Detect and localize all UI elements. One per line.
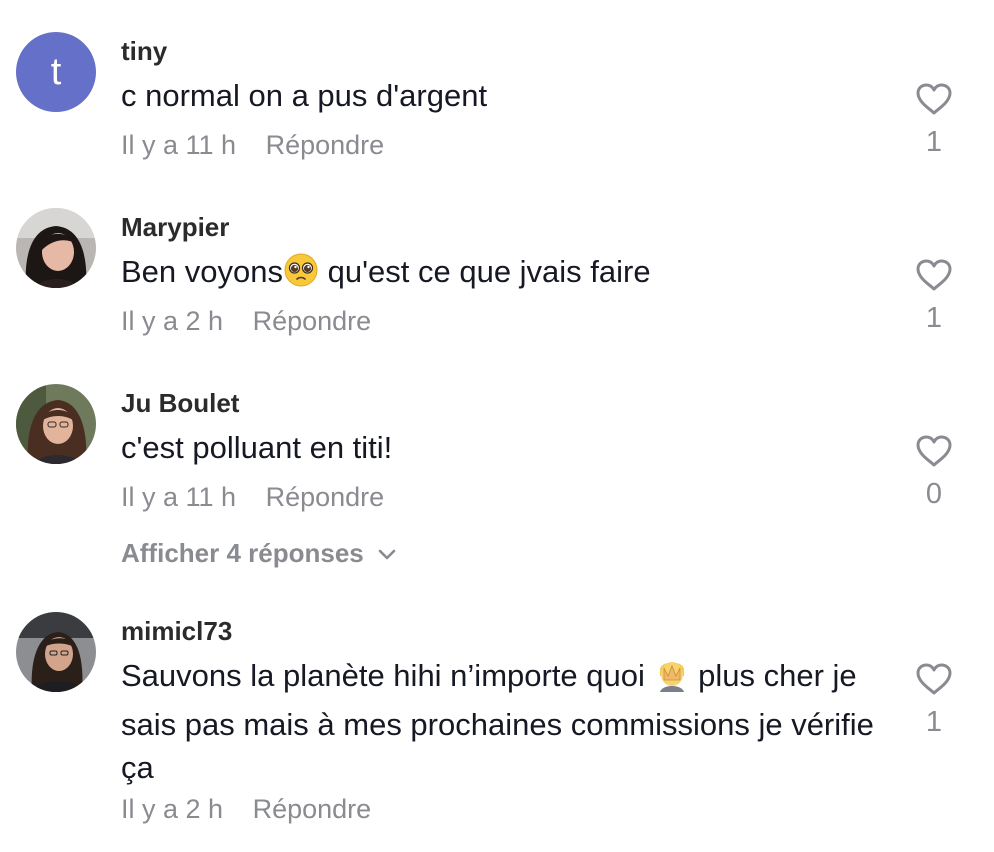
comment-username[interactable]: tiny (121, 36, 167, 67)
heart-outline-icon (916, 83, 952, 115)
comment-timestamp: Il y a 11 h (121, 482, 237, 512)
comment-meta: Il y a 2 h Répondre (121, 794, 371, 825)
facepalm-icon (654, 654, 690, 703)
comment-username[interactable]: Ju Boulet (121, 388, 239, 419)
comment-text: Sauvons la planète hihi n’importe quoi p… (121, 654, 901, 789)
avatar[interactable] (16, 612, 96, 692)
comment-text: c normal on a pus d'argent (121, 78, 488, 113)
comment-text-part: qu'est ce que jvais faire (319, 254, 651, 289)
like-button[interactable]: 1 (910, 258, 958, 335)
comment-text-part: Ben voyons (121, 254, 283, 289)
comment-meta: Il y a 11 h Répondre (121, 130, 384, 161)
comment-username[interactable]: Marypier (121, 212, 229, 243)
like-count: 1 (925, 126, 943, 158)
comment-meta: Il y a 2 h Répondre (121, 306, 371, 337)
like-count: 0 (925, 478, 943, 510)
comment-text: c'est polluant en titi! (121, 430, 393, 465)
avatar-photo (16, 612, 96, 692)
avatar-photo (16, 384, 96, 464)
like-button[interactable]: 1 (910, 82, 958, 159)
like-button[interactable]: 0 (910, 434, 958, 511)
comment-timestamp: Il y a 11 h (121, 130, 237, 160)
comment-timestamp: Il y a 2 h (121, 306, 224, 336)
avatar[interactable]: t (16, 32, 96, 112)
show-replies-label: Afficher 4 réponses (121, 538, 364, 568)
heart-outline-icon (916, 435, 952, 467)
comment-text: Ben voyons qu'est ce que jvais faire (121, 250, 901, 299)
comment-username[interactable]: mimicl73 (121, 616, 232, 647)
heart-outline-icon (916, 663, 952, 695)
pleading-face-icon (283, 252, 319, 299)
reply-button[interactable]: Répondre (253, 794, 372, 824)
reply-button[interactable]: Répondre (253, 306, 372, 336)
avatar-letter: t (50, 50, 62, 93)
heart-outline-icon (916, 259, 952, 291)
comment-text-part: Sauvons la planète hihi n’importe quoi (121, 658, 654, 693)
chevron-down-icon (378, 549, 396, 560)
avatar[interactable] (16, 208, 96, 288)
like-count: 1 (925, 706, 943, 738)
show-replies-button[interactable]: Afficher 4 réponses (121, 538, 396, 569)
comment-meta: Il y a 11 h Répondre (121, 482, 384, 513)
avatar[interactable] (16, 384, 96, 464)
comment-timestamp: Il y a 2 h (121, 794, 224, 824)
reply-button[interactable]: Répondre (266, 130, 385, 160)
like-count: 1 (925, 302, 943, 334)
reply-button[interactable]: Répondre (266, 482, 385, 512)
avatar-photo (16, 208, 96, 288)
like-button[interactable]: 1 (910, 662, 958, 739)
